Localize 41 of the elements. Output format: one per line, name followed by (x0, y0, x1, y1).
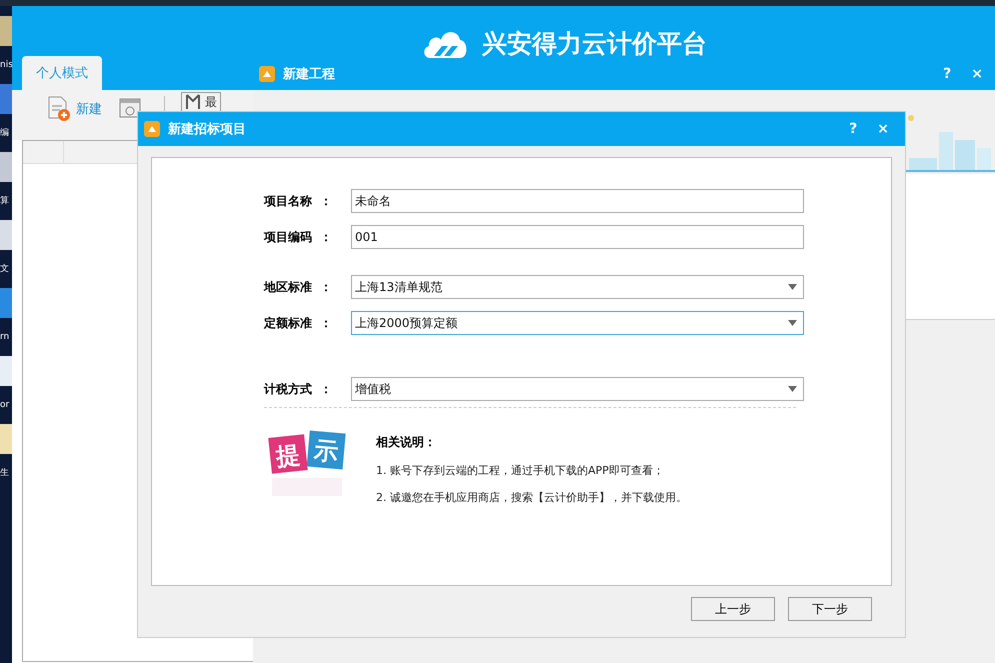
desktop-icon[interactable] (0, 16, 12, 46)
desktop-label: 算 (0, 196, 10, 206)
previous-button[interactable]: 上一步 (691, 597, 775, 621)
desktop-icon[interactable] (0, 152, 12, 182)
desktop-icon[interactable] (0, 424, 12, 454)
field-label: 计税方式 (264, 380, 313, 398)
desktop-icon[interactable] (0, 84, 12, 114)
dropdown-arrow-icon (788, 284, 797, 290)
dropdown[interactable]: 增值税 (351, 377, 804, 401)
app-logo-icon (259, 66, 275, 82)
tip-text: 2. 诚邀您在手机应用商店，搜索【云计价助手】，并下载使用。 (376, 490, 687, 505)
desktop-icon[interactable] (0, 288, 12, 318)
desktop-label: rn (0, 332, 10, 342)
desktop-label: or (0, 400, 10, 410)
input-field[interactable]: 001 (351, 225, 804, 249)
dialog-title: 新建工程 (283, 66, 335, 83)
colon: ： (320, 314, 333, 332)
desktop-icon[interactable] (0, 220, 12, 250)
field-label: 项目编码 (264, 228, 313, 246)
desktop-label: nis (0, 60, 12, 70)
colon: ： (320, 228, 333, 246)
colon: ： (320, 380, 333, 398)
app-title: 兴安得力云计价平台 (482, 28, 707, 60)
colon: ： (320, 278, 333, 296)
field-label: 定额标准 (264, 314, 313, 332)
input-field[interactable]: 未命名 (351, 189, 804, 213)
colon: ： (320, 192, 333, 210)
field-label: 项目名称 (264, 192, 313, 210)
tip-badge-drawing: 提 示 (268, 430, 348, 506)
tip-text: 1. 账号下存到云端的工程，通过手机下载的APP即可查看； (376, 463, 665, 478)
tip-heading: 相关说明： (376, 434, 437, 451)
new-document-icon (46, 96, 72, 122)
dropdown-arrow-icon (788, 320, 797, 326)
desktop-icon[interactable] (0, 356, 12, 386)
field-label: 地区标准 (264, 278, 313, 296)
dialog-title: 新建招标项目 (168, 120, 246, 138)
app-logo-icon (144, 121, 160, 137)
dropdown-arrow-icon (788, 386, 797, 392)
dropdown[interactable]: 上海13清单规范 (351, 275, 804, 299)
dropdown[interactable]: 上海2000预算定额 (351, 311, 804, 335)
next-button[interactable]: 下一步 (788, 597, 872, 621)
